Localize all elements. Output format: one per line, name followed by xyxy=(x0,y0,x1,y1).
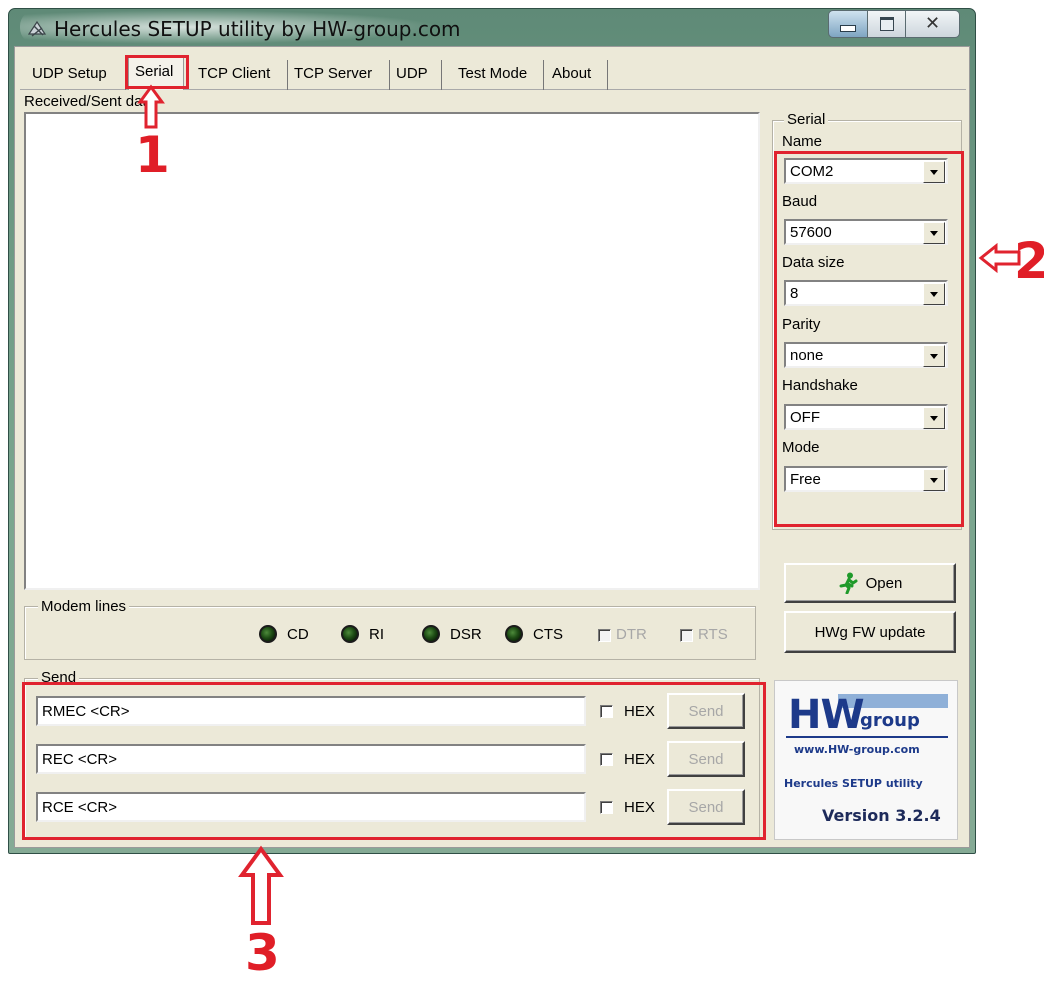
logo-product-text: Hercules SETUP utility xyxy=(784,777,923,790)
logo-url-text: www.HW-group.com xyxy=(794,743,920,756)
dsr-label: DSR xyxy=(450,626,482,643)
annotation-number-1: 1 xyxy=(135,126,170,184)
annotation-box-serial-settings xyxy=(774,151,964,527)
cd-label: CD xyxy=(287,626,309,643)
tab-test-mode[interactable]: Test Mode xyxy=(452,60,544,90)
rts-label: RTS xyxy=(698,626,728,643)
rts-checkbox[interactable] xyxy=(680,629,693,642)
logo-group-text: group xyxy=(860,710,920,731)
tab-tcp-server[interactable]: TCP Server xyxy=(288,60,390,90)
tab-udp[interactable]: UDP xyxy=(390,60,442,90)
logo-hw-text: HW xyxy=(788,692,865,738)
ri-led xyxy=(341,625,359,643)
annotation-arrow-up-icon xyxy=(238,845,284,925)
tab-udp-setup[interactable]: UDP Setup xyxy=(26,60,126,90)
close-button[interactable]: ✕ xyxy=(906,10,960,38)
modem-lines-title: Modem lines xyxy=(38,598,130,615)
cts-label: CTS xyxy=(533,626,563,643)
tab-about[interactable]: About xyxy=(546,60,608,90)
open-button[interactable]: Open xyxy=(784,563,956,603)
annotation-number-2: 2 xyxy=(1014,232,1044,290)
hercules-app-icon xyxy=(26,18,48,40)
tab-tcp-client[interactable]: TCP Client xyxy=(192,60,288,90)
cts-led xyxy=(505,625,523,643)
serial-group-title: Serial xyxy=(784,111,829,128)
dsr-led xyxy=(422,625,440,643)
minimize-icon xyxy=(840,24,856,32)
annotation-box-send xyxy=(22,682,766,840)
minimize-button[interactable] xyxy=(828,10,868,38)
close-icon: ✕ xyxy=(924,13,941,34)
dtr-label: DTR xyxy=(616,626,647,643)
running-man-icon xyxy=(839,572,858,594)
window-title: Hercules SETUP utility by HW-group.com xyxy=(54,17,461,41)
dtr-checkbox[interactable] xyxy=(598,629,611,642)
ri-label: RI xyxy=(369,626,384,643)
logo-underline xyxy=(786,736,948,738)
restore-icon xyxy=(879,17,894,31)
maximize-button[interactable] xyxy=(868,10,906,38)
cd-led xyxy=(259,625,277,643)
name-label: Name xyxy=(782,133,823,150)
version-text: Version 3.2.4 xyxy=(822,806,941,825)
annotation-number-3: 3 xyxy=(245,924,280,982)
annotation-arrow-up-icon xyxy=(137,84,165,129)
hwg-fw-update-button[interactable]: HWg FW update xyxy=(784,611,956,653)
open-button-label: Open xyxy=(865,574,903,592)
